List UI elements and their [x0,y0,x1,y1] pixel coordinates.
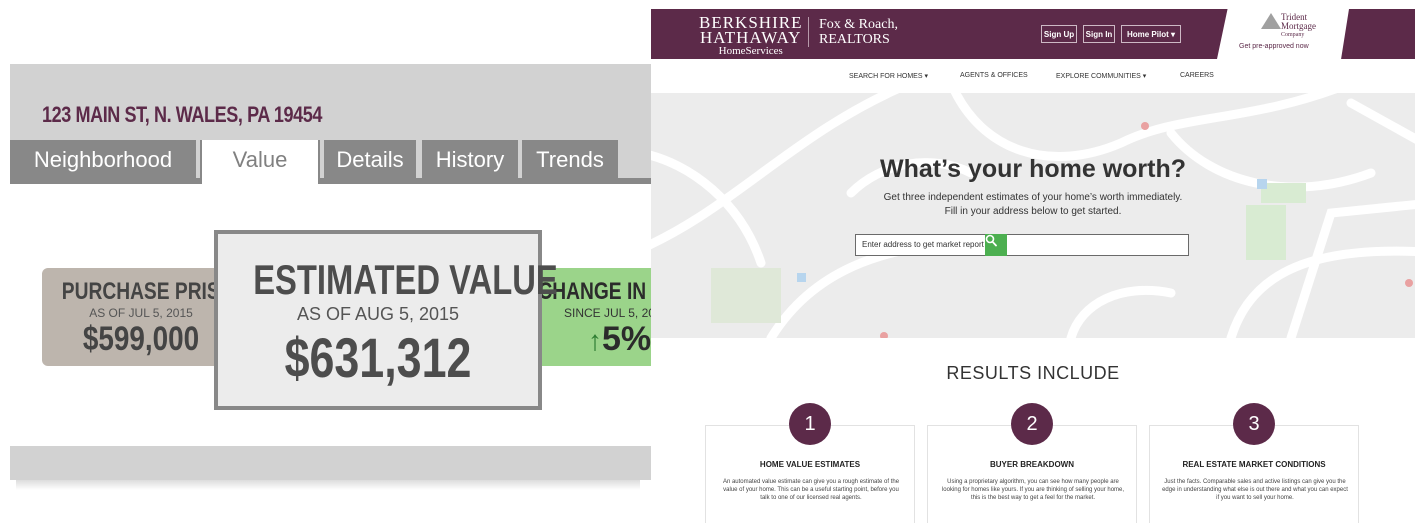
hero-map-section: What’s your home worth? Get three indepe… [651,93,1415,338]
nav-agents-offices[interactable]: AGENTS & OFFICES [960,72,1028,79]
trident-logo-icon [1261,13,1281,29]
sign-up-button[interactable]: Sign Up [1041,25,1077,43]
berkshire-logo[interactable]: BERKSHIRE HATHAWAY HomeServices [699,14,802,58]
hero-subtitle-line-2: Fill in your address below to get starte… [944,206,1122,217]
chevron-down-icon: ▾ [924,73,928,80]
main-nav: SEARCH FOR HOMES ▾ AGENTS & OFFICES EXPL… [651,59,1415,93]
purchase-price-title: PURCHASE PRISE [61,278,233,305]
nav-label: SEARCH FOR HOMES [849,73,923,80]
fox-roach-logo[interactable]: Fox & Roach, REALTORS [819,17,898,47]
search-placeholder: Enter address to get market report [862,240,984,249]
property-address: 123 MAIN ST, N. WALES, PA 19454 [42,102,323,127]
home-value-webpage: BERKSHIRE HATHAWAY HomeServices Fox & Ro… [651,9,1415,523]
value-widget-panel: 123 MAIN ST, N. WALES, PA 19454 Neighbor… [0,0,660,523]
tab-details[interactable]: Details [324,140,416,180]
results-include-heading: RESULTS INCLUDE [946,363,1120,383]
hero-subtitle: Get three independent estimates of your … [851,191,1215,219]
step-number-badge: 2 [1011,403,1053,445]
card-text: An automated value estimate can give you… [722,479,900,501]
card-heading: HOME VALUE ESTIMATES [759,460,861,469]
widget-footer [10,446,660,480]
trident-line-3: Company [1281,32,1305,38]
home-pilot-label: Home Pilot [1126,30,1169,39]
trident-line-2: Mortgage [1281,21,1316,31]
value-widget-card: 123 MAIN ST, N. WALES, PA 19454 Neighbor… [10,64,660,480]
card-heading: REAL ESTATE MARKET CONDITIONS [1182,460,1326,469]
site-header: BERKSHIRE HATHAWAY HomeServices Fox & Ro… [651,9,1415,59]
pre-approved-link[interactable]: Get pre-approved now [1239,43,1309,50]
change-value: 5% [602,320,652,358]
search-icon [985,234,997,247]
card-text: Using a proprietary algorithm, you can s… [941,479,1125,501]
purchase-price-date: AS OF JUL 5, 2015 [89,306,193,320]
sign-in-button[interactable]: Sign In [1083,25,1115,43]
step-number-badge: 1 [789,403,831,445]
tab-trends[interactable]: Trends [522,140,618,180]
search-button[interactable] [985,234,1007,256]
nav-explore-communities[interactable]: EXPLORE COMMUNITIES ▾ [1056,72,1146,80]
estimated-value-box: ESTIMATED VALUE AS OF AUG 5, 2015 $631,3… [214,230,558,410]
estimated-value-date: AS OF AUG 5, 2015 [296,304,460,324]
nav-label: EXPLORE COMMUNITIES [1056,73,1141,80]
trident-logo-text: Trident Mortgage Company [1281,13,1316,40]
home-pilot-dropdown[interactable]: Home Pilot ▾ [1121,25,1181,43]
purchase-price-value: $599,000 [82,320,200,358]
tab-value[interactable]: Value [200,140,320,186]
partner-line-2: REALTORS [819,32,890,47]
tab-neighborhood[interactable]: Neighborhood [10,140,196,180]
purchase-price-box: PURCHASE PRISE AS OF JUL 5, 2015 $599,00… [42,268,240,366]
hero-title: What’s your home worth? [879,155,1187,183]
step-number-badge: 3 [1233,403,1275,445]
brand-divider [808,17,809,47]
chevron-down-icon: ▾ [1171,30,1176,39]
hero-subtitle-line-1: Get three independent estimates of your … [883,192,1183,203]
nav-search-for-homes[interactable]: SEARCH FOR HOMES ▾ [849,72,928,80]
estimated-value-title: ESTIMATED VALUE [253,256,558,303]
chevron-down-icon: ▾ [1142,73,1147,80]
tab-history[interactable]: History [422,140,518,180]
estimated-value-amount: $631,312 [284,326,472,389]
card-text: Just the facts. Comparable sales and act… [1162,479,1348,501]
card-heading: BUYER BREAKDOWN [990,460,1074,469]
brand-line-2: HATHAWAY [700,28,802,47]
partner-line-1: Fox & Roach, [819,17,898,32]
nav-careers[interactable]: CAREERS [1180,72,1214,79]
up-arrow-icon: ↑ [588,325,602,356]
address-search-input[interactable]: Enter address to get market report [855,234,1189,256]
